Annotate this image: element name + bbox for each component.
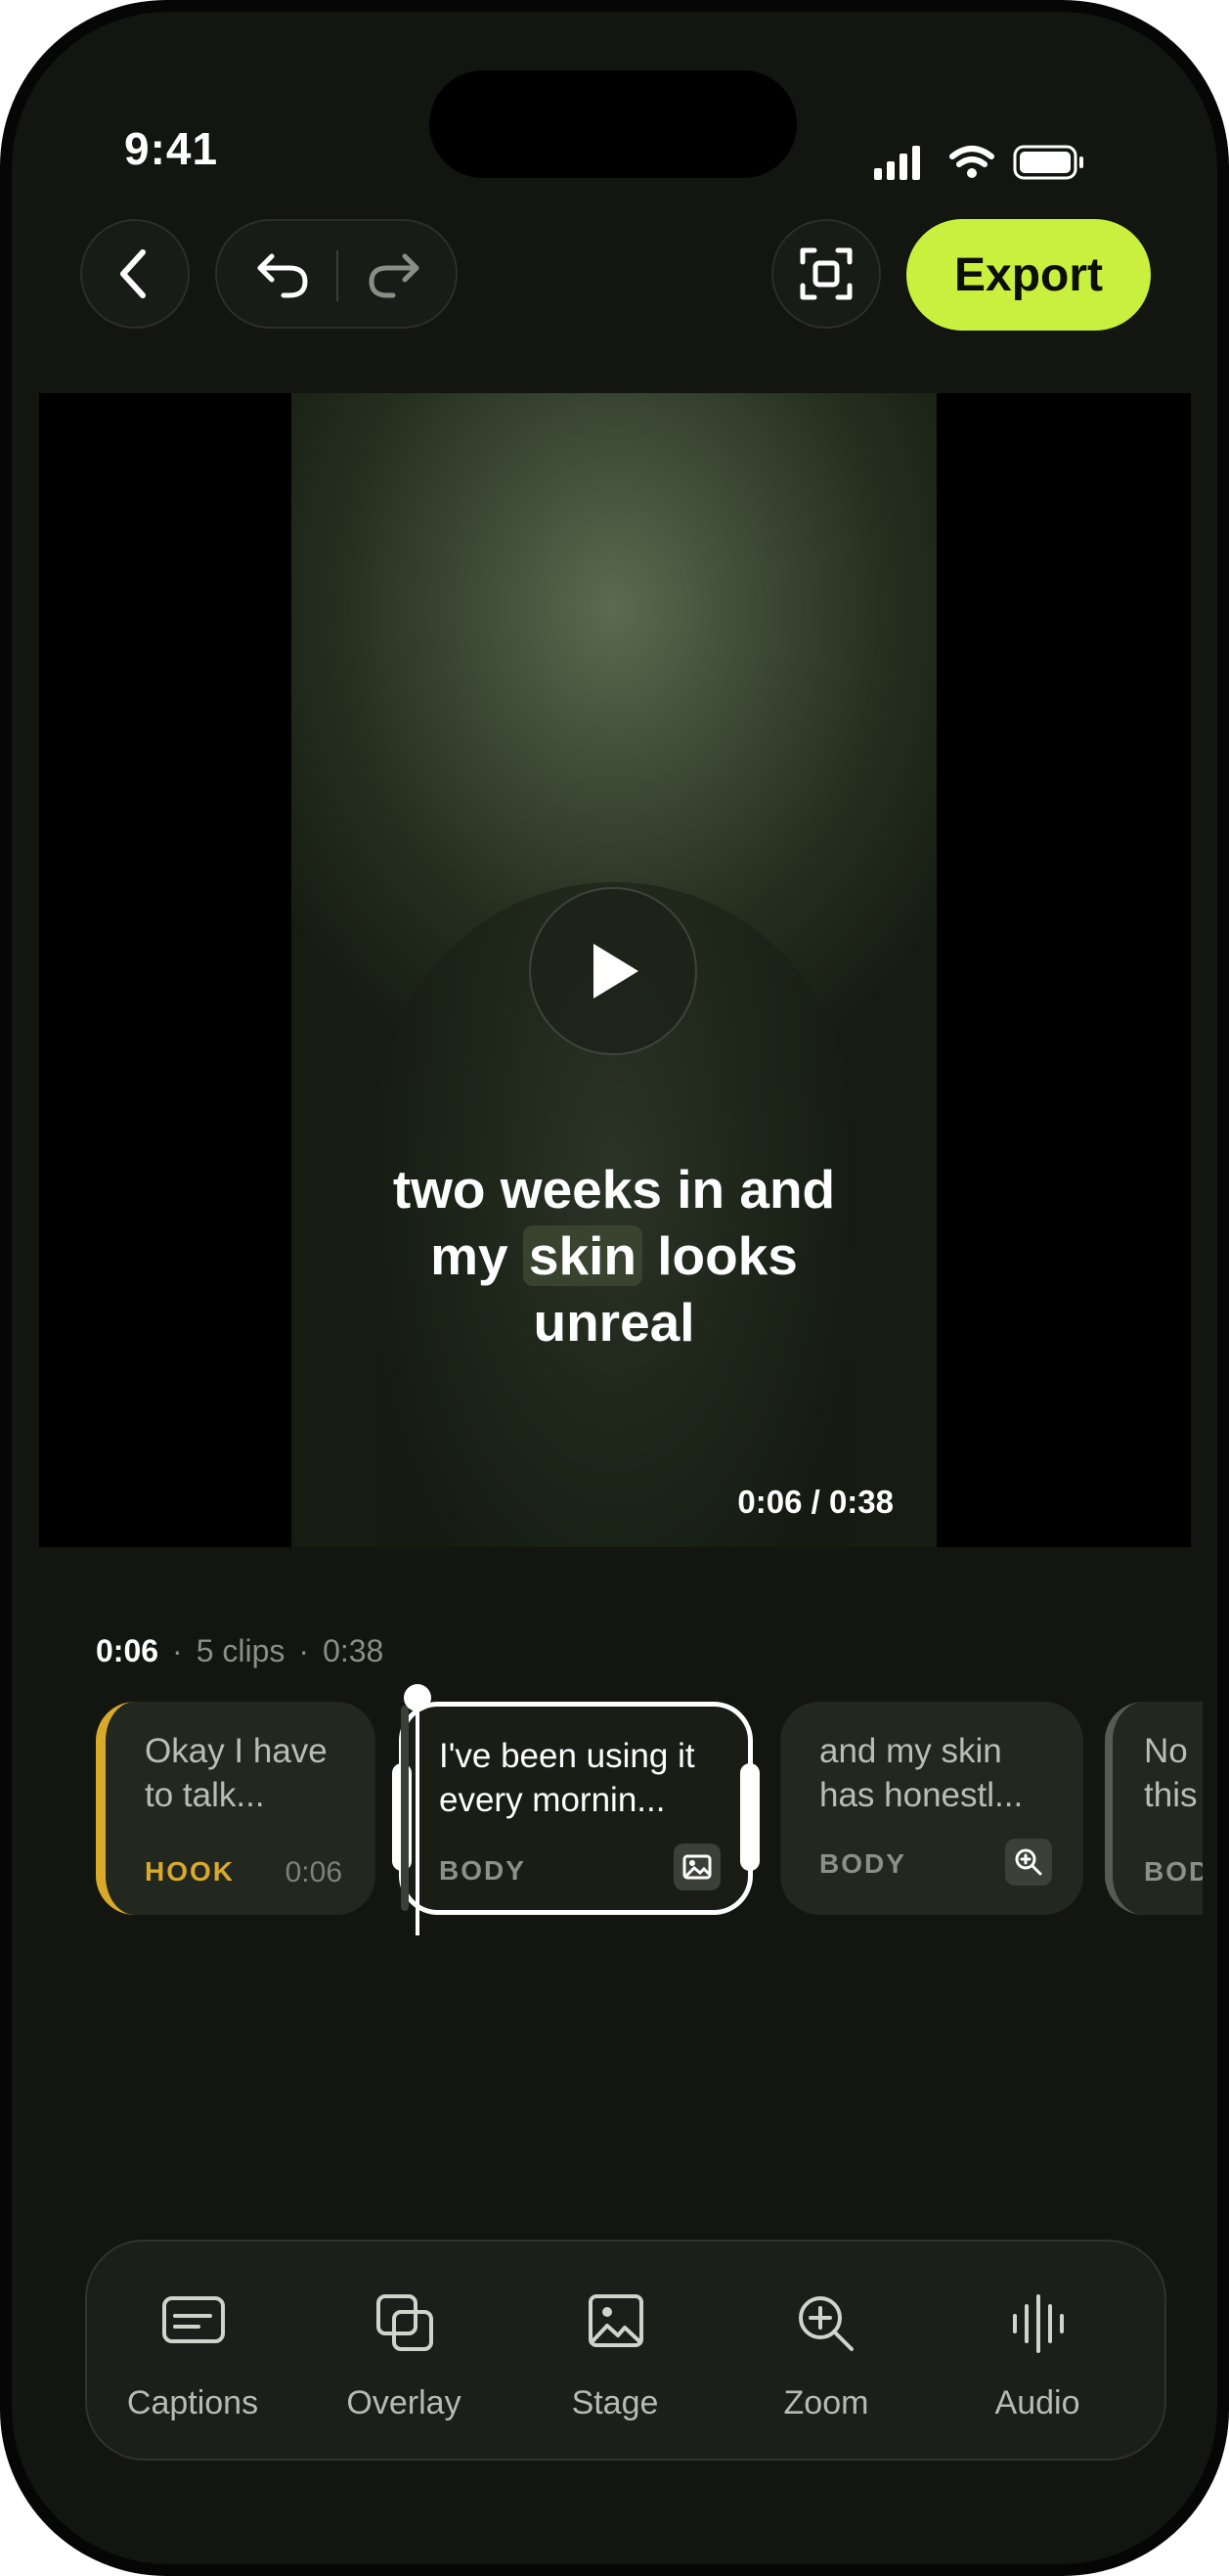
audio-icon	[1013, 2294, 1064, 2353]
separator-dot: ·	[298, 1633, 310, 1668]
timeline-info: 0:06 · 5 clips · 0:38	[96, 1633, 383, 1669]
tool-label: Overlay	[346, 2384, 461, 2421]
redo-icon[interactable]	[364, 250, 422, 299]
clip-text: No this	[1144, 1732, 1198, 1814]
tool-overlay[interactable]: Overlay	[306, 2242, 502, 2459]
trim-handle-right[interactable]	[740, 1763, 760, 1871]
timeline-total-time: 0:38	[323, 1633, 384, 1668]
clip-track[interactable]: Okay I have to talk... HOOK 0:06 I've be…	[96, 1702, 1203, 1915]
tool-captions[interactable]: Captions	[95, 2242, 290, 2459]
play-button[interactable]	[529, 887, 697, 1055]
tool-label: Zoom	[783, 2384, 869, 2421]
undo-redo-group	[215, 219, 458, 329]
clip-selected[interactable]: I've been using it every mornin... BODY	[392, 1702, 760, 1915]
status-time: 9:41	[124, 123, 219, 174]
undo-icon[interactable]	[254, 250, 313, 299]
clip-text: and my skin has honestl...	[819, 1732, 1024, 1814]
tool-label: Audio	[994, 2384, 1080, 2421]
caption-text[interactable]: two weeks in and my skin looks unreal	[330, 1156, 898, 1355]
caption-word: looks	[657, 1225, 798, 1286]
clip-text: Okay I have to talk...	[145, 1732, 328, 1814]
clip-tag: BODY	[819, 1848, 906, 1879]
image-icon	[674, 1843, 721, 1890]
tool-zoom[interactable]: Zoom	[728, 2242, 924, 2459]
play-icon	[593, 944, 638, 999]
caption-line-1: two weeks in and	[392, 1159, 836, 1220]
separator-dot: ·	[172, 1633, 183, 1668]
back-button[interactable]	[80, 219, 190, 329]
caption-word: my	[430, 1225, 508, 1286]
clip-count: 5 clips	[196, 1633, 285, 1668]
clip-tag: HOOK	[145, 1856, 235, 1887]
tool-stage[interactable]: Stage	[517, 2242, 713, 2459]
stage-icon	[589, 2294, 643, 2347]
app-screen: 9:41 Export two weeks in and my skin loo…	[12, 12, 1217, 2564]
export-button[interactable]: Export	[906, 219, 1151, 331]
tool-audio[interactable]: Audio	[940, 2242, 1135, 2459]
dynamic-island	[429, 70, 797, 178]
overlay-icon	[376, 2294, 433, 2351]
playhead[interactable]	[416, 1699, 419, 1935]
clip-hook[interactable]: Okay I have to talk... HOOK 0:06	[96, 1702, 375, 1915]
chevron-left-icon	[120, 249, 146, 298]
tool-label: Stage	[571, 2384, 659, 2421]
clip-text: I've been using it every mornin...	[439, 1737, 695, 1819]
playhead-knob[interactable]	[404, 1684, 431, 1711]
zoom-icon	[799, 2296, 854, 2351]
video-preview: two weeks in and my skin looks unreal 0:…	[39, 393, 1191, 1547]
timeline-current-time: 0:06	[96, 1633, 159, 1668]
undo-redo-divider	[336, 250, 338, 301]
video-time-readout: 0:06 / 0:38	[737, 1484, 894, 1520]
video-frame[interactable]: two weeks in and my skin looks unreal 0:…	[291, 393, 937, 1547]
caption-line-3: unreal	[533, 1292, 695, 1353]
fullscreen-button[interactable]	[771, 219, 881, 329]
caption-line-2: my skin looks	[330, 1222, 898, 1289]
clip-tag: BOD	[1144, 1856, 1203, 1887]
signal-wifi-battery-icon	[874, 145, 1083, 180]
tool-label: Captions	[126, 2384, 259, 2421]
status-icons	[874, 143, 1109, 187]
zoom-in-icon	[1005, 1839, 1052, 1886]
captions-icon	[162, 2296, 225, 2343]
focus-frame-icon	[800, 247, 853, 300]
clip-partial[interactable]: No this BOD	[1105, 1702, 1203, 1915]
bottom-toolbar: Captions Overlay Stage Zoom Audio	[85, 2240, 1166, 2461]
clip-body[interactable]: and my skin has honestl... BODY	[780, 1702, 1083, 1915]
phone-frame: 9:41 Export two weeks in and my skin loo…	[0, 0, 1229, 2576]
clip-divider	[401, 1706, 409, 1911]
caption-highlight-word: skin	[522, 1225, 642, 1286]
clip-duration: 0:06	[285, 1856, 342, 1888]
clip-tag: BODY	[439, 1855, 526, 1886]
